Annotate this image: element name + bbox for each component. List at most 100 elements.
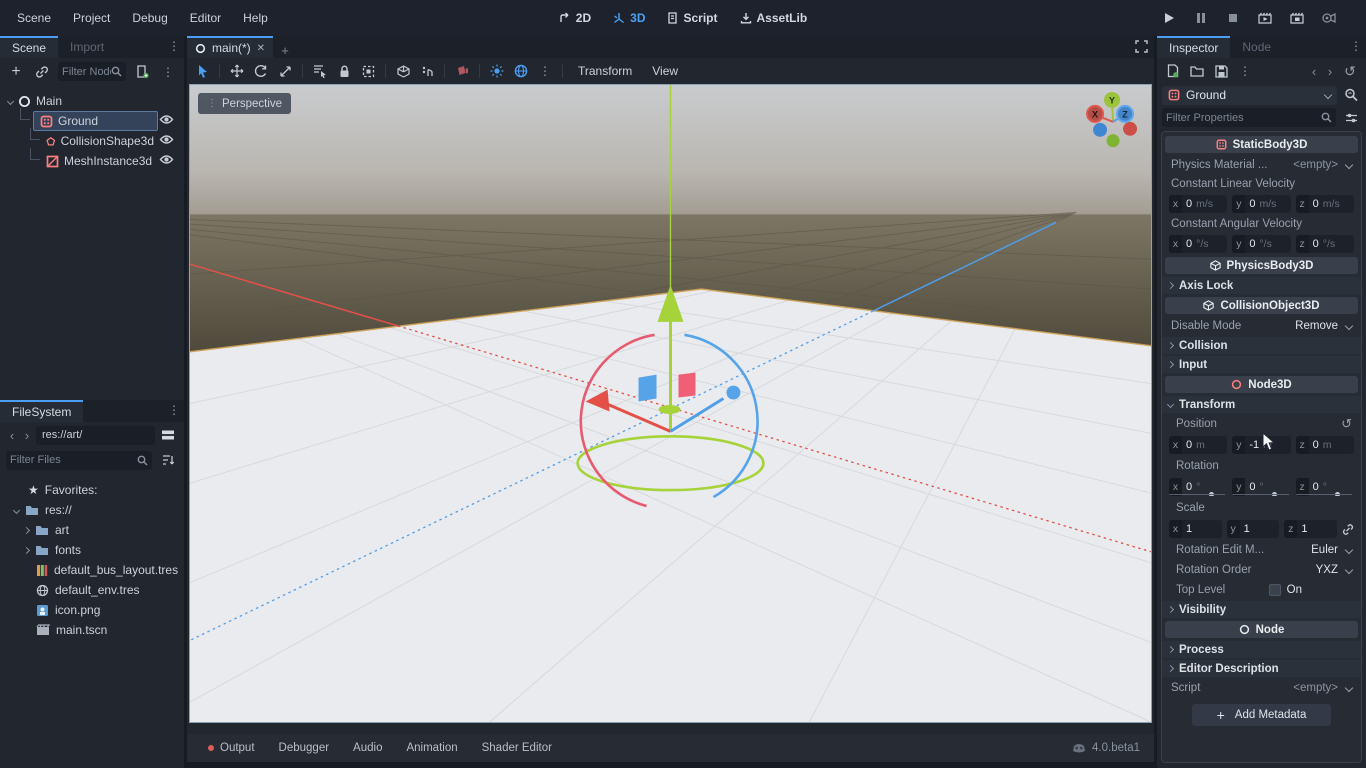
move-mode-button[interactable] — [226, 61, 248, 81]
save-resource-button[interactable] — [1211, 61, 1231, 81]
workspace-script-button[interactable]: Script — [661, 8, 723, 28]
slider-knob[interactable] — [1272, 492, 1277, 496]
scene-filter[interactable] — [58, 62, 126, 81]
stop-button[interactable] — [1224, 10, 1242, 26]
visibility-eye-icon[interactable] — [159, 134, 174, 148]
section-node[interactable]: Node — [1165, 621, 1358, 638]
property-top-level[interactable]: Top Level On — [1162, 580, 1361, 600]
group-button[interactable] — [357, 61, 379, 81]
category-editor-description[interactable]: Editor Description — [1162, 660, 1361, 677]
property-value[interactable]: Euler — [1311, 544, 1338, 556]
fs-row-favorites[interactable]: ★ Favorites: — [0, 480, 184, 500]
collapse-icon[interactable] — [13, 506, 20, 513]
neg-z-ball[interactable] — [1093, 123, 1107, 137]
property-filter[interactable] — [1162, 108, 1336, 127]
tab-node[interactable]: Node — [1230, 36, 1283, 58]
property-rotation-order[interactable]: Rotation Order YXZ — [1162, 560, 1361, 580]
local-space-button[interactable] — [416, 61, 438, 81]
list-select-button[interactable] — [309, 61, 331, 81]
cav-y-field[interactable]: y0°/s — [1232, 235, 1290, 253]
movie-mode-button[interactable] — [1320, 10, 1338, 26]
collapse-icon[interactable] — [7, 97, 14, 104]
transform-menu[interactable]: Transform — [569, 64, 641, 78]
tab-inspector[interactable]: Inspector — [1157, 36, 1230, 58]
history-forward-button[interactable]: › — [1324, 64, 1336, 79]
property-value[interactable]: <empty> — [1293, 159, 1338, 171]
cav-x-field[interactable]: x0°/s — [1169, 235, 1227, 253]
menu-scene[interactable]: Scene — [8, 7, 60, 29]
category-visibility[interactable]: Visibility — [1162, 601, 1361, 618]
forward-button[interactable]: › — [21, 428, 33, 443]
select-mode-button[interactable] — [191, 61, 213, 81]
rotation-y-field[interactable]: y0° — [1232, 478, 1290, 496]
category-collision[interactable]: Collision — [1162, 337, 1361, 354]
origin-handle[interactable] — [659, 405, 681, 414]
revert-icon[interactable]: ↺ — [1341, 416, 1352, 432]
tree-row-ground[interactable]: Ground — [0, 111, 184, 131]
expand-icon[interactable] — [23, 546, 30, 553]
scene-tree-menu-icon[interactable]: ⋮ — [158, 62, 178, 82]
menu-help[interactable]: Help — [234, 7, 277, 29]
tree-row-meshinstance3d[interactable]: MeshInstance3d — [0, 151, 184, 171]
close-tab-icon[interactable]: ✕ — [257, 43, 265, 54]
clv-x-field[interactable]: x0m/s — [1169, 195, 1227, 213]
rotation-x-field[interactable]: x0° — [1169, 478, 1227, 496]
new-resource-button[interactable] — [1163, 61, 1183, 81]
slider-knob[interactable] — [1209, 492, 1214, 496]
fs-row-env[interactable]: default_env.tres — [0, 580, 184, 600]
fs-row-res[interactable]: res:// — [0, 500, 184, 520]
add-metadata-button[interactable]: + Add Metadata — [1192, 704, 1331, 726]
resource-menu-icon[interactable]: ⋮ — [1235, 61, 1255, 81]
fs-row-art[interactable]: art — [0, 520, 184, 540]
preview-menu-icon[interactable]: ⋮ — [534, 61, 556, 81]
history-icon[interactable]: ↺ — [1340, 61, 1360, 81]
property-value[interactable]: YXZ — [1316, 564, 1338, 576]
property-disable-mode[interactable]: Disable Mode Remove — [1162, 316, 1361, 336]
z-arrow-head[interactable] — [726, 386, 740, 400]
tab-audio[interactable]: Audio — [342, 734, 393, 762]
open-docs-button[interactable] — [1341, 85, 1361, 105]
preview-sun-button[interactable] — [486, 61, 508, 81]
fs-row-bus-layout[interactable]: default_bus_layout.tres — [0, 560, 184, 580]
category-input[interactable]: Input — [1162, 356, 1361, 373]
scale-mode-button[interactable] — [274, 61, 296, 81]
perspective-button[interactable]: ⋮ Perspective — [198, 93, 291, 114]
object-selector[interactable]: Ground — [1162, 86, 1337, 105]
lock-button[interactable] — [333, 61, 355, 81]
history-back-button[interactable]: ‹ — [1308, 64, 1320, 79]
scale-y-field[interactable]: y1 — [1227, 520, 1280, 538]
menu-editor[interactable]: Editor — [181, 7, 230, 29]
position-x-field[interactable]: x0m — [1169, 436, 1227, 454]
expand-viewport-icon[interactable] — [1135, 40, 1148, 56]
scene-tab-main[interactable]: main(*) ✕ — [187, 36, 273, 58]
sort-icon[interactable] — [158, 450, 178, 470]
tab-animation[interactable]: Animation — [395, 734, 468, 762]
split-view-icon[interactable] — [158, 425, 178, 445]
workspace-2d-button[interactable]: 2D — [553, 8, 597, 28]
preview-environment-button[interactable] — [510, 61, 532, 81]
property-value[interactable]: <empty> — [1293, 682, 1338, 694]
3d-viewport[interactable]: X Z Y ⋮ Perspective — [189, 84, 1152, 723]
add-node-button[interactable]: + — [6, 62, 26, 82]
visibility-eye-icon[interactable] — [159, 154, 174, 168]
plane-handle-z[interactable] — [639, 375, 657, 402]
pause-button[interactable] — [1192, 10, 1210, 26]
path-input[interactable] — [42, 429, 149, 441]
play-scene-button[interactable] — [1256, 10, 1274, 26]
neg-y-ball[interactable] — [1107, 134, 1120, 147]
category-axis-lock[interactable]: Axis Lock — [1162, 277, 1361, 294]
new-scene-tab-button[interactable]: + — [273, 43, 297, 58]
scale-x-field[interactable]: x1 — [1169, 520, 1222, 538]
attach-script-button[interactable] — [132, 62, 152, 82]
property-value[interactable]: Remove — [1295, 320, 1338, 332]
clv-z-field[interactable]: z0m/s — [1296, 195, 1354, 213]
position-z-field[interactable]: z0m — [1296, 436, 1354, 454]
tree-row-collisionshape3d[interactable]: CollisionShape3d — [0, 131, 184, 151]
version-info[interactable]: 4.0.beta1 — [1072, 742, 1144, 754]
category-process[interactable]: Process — [1162, 641, 1361, 658]
back-button[interactable]: ‹ — [6, 428, 18, 443]
section-staticbody3d[interactable]: StaticBody3D — [1165, 136, 1358, 153]
fs-row-fonts[interactable]: fonts — [0, 540, 184, 560]
visibility-eye-icon[interactable] — [159, 114, 174, 128]
instance-scene-button[interactable] — [32, 62, 52, 82]
